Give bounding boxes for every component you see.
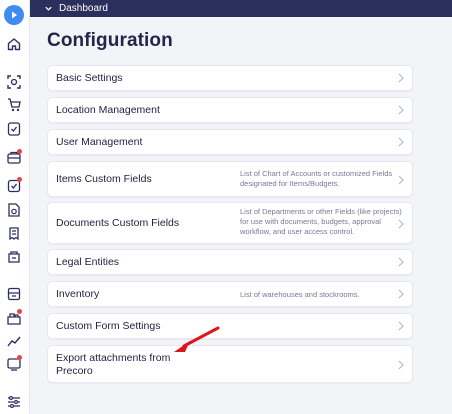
settings-row-custom-form-settings[interactable]: Custom Form Settings bbox=[47, 313, 413, 339]
annotation-arrow-icon bbox=[174, 326, 220, 352]
invoices-badge bbox=[17, 177, 22, 182]
invoices-icon[interactable] bbox=[6, 177, 22, 194]
row-description: List of Departments or other Fields (lik… bbox=[240, 207, 402, 236]
row-label: User Management bbox=[56, 136, 143, 148]
settings-row-basic-settings[interactable]: Basic Settings bbox=[47, 65, 413, 91]
row-label: Documents Custom Fields bbox=[56, 217, 180, 229]
sidebar bbox=[0, 0, 30, 414]
page-title: Configuration bbox=[47, 30, 173, 51]
row-label: Items Custom Fields bbox=[56, 173, 152, 185]
row-label: Custom Form Settings bbox=[56, 320, 161, 332]
purchase-orders-badge bbox=[17, 149, 22, 154]
scan-icon[interactable] bbox=[6, 74, 22, 90]
row-label: Basic Settings bbox=[56, 72, 123, 84]
chevron-right-icon bbox=[398, 321, 404, 331]
chevron-right-icon bbox=[398, 257, 404, 267]
approvals-icon[interactable] bbox=[6, 121, 22, 137]
chevron-right-icon bbox=[398, 360, 404, 370]
chevron-down-icon[interactable] bbox=[44, 4, 53, 13]
settings-row-user-management[interactable]: User Management bbox=[47, 129, 413, 155]
row-description: List of Chart of Accounts or customized … bbox=[240, 169, 393, 188]
row-description: List of warehouses and stockrooms. bbox=[240, 290, 360, 299]
settings-icon[interactable] bbox=[6, 394, 22, 410]
analytics-icon[interactable] bbox=[6, 333, 22, 349]
top-bar: Dashboard bbox=[30, 0, 452, 17]
settings-row-location-management[interactable]: Location Management bbox=[47, 97, 413, 123]
settings-row-legal-entities[interactable]: Legal Entities bbox=[47, 249, 413, 275]
settings-row-documents-custom-fields[interactable]: Documents Custom Fields List of Departme… bbox=[47, 202, 413, 244]
requests-icon[interactable] bbox=[6, 97, 22, 113]
notifications-icon[interactable] bbox=[6, 355, 22, 372]
budgets-icon[interactable] bbox=[6, 249, 22, 265]
inventory-icon[interactable] bbox=[6, 286, 22, 302]
settings-row-inventory[interactable]: Inventory List of warehouses and stockro… bbox=[47, 281, 413, 307]
receipts-icon[interactable] bbox=[6, 225, 22, 241]
home-icon[interactable] bbox=[6, 36, 22, 52]
row-label: Export attachments from Precoro bbox=[56, 352, 171, 377]
row-label: Location Management bbox=[56, 104, 160, 116]
settings-row-export-attachments[interactable]: Export attachments from Precoro bbox=[47, 345, 413, 383]
settings-row-items-custom-fields[interactable]: Items Custom Fields List of Chart of Acc… bbox=[47, 161, 413, 197]
suppliers-badge bbox=[17, 309, 22, 314]
chevron-right-icon bbox=[398, 105, 404, 115]
precoro-logo-icon[interactable] bbox=[4, 5, 24, 25]
chevron-right-icon bbox=[398, 73, 404, 83]
row-label: Legal Entities bbox=[56, 256, 120, 268]
purchase-orders-icon[interactable] bbox=[6, 149, 22, 166]
chevron-right-icon bbox=[398, 289, 404, 299]
chevron-right-icon bbox=[398, 137, 404, 147]
breadcrumb-dashboard[interactable]: Dashboard bbox=[59, 3, 108, 14]
row-label: Inventory bbox=[56, 288, 100, 300]
payments-icon[interactable] bbox=[6, 202, 22, 218]
notifications-badge bbox=[17, 355, 22, 360]
suppliers-icon[interactable] bbox=[6, 309, 22, 326]
chevron-right-icon bbox=[398, 219, 404, 229]
chevron-right-icon bbox=[398, 175, 404, 185]
